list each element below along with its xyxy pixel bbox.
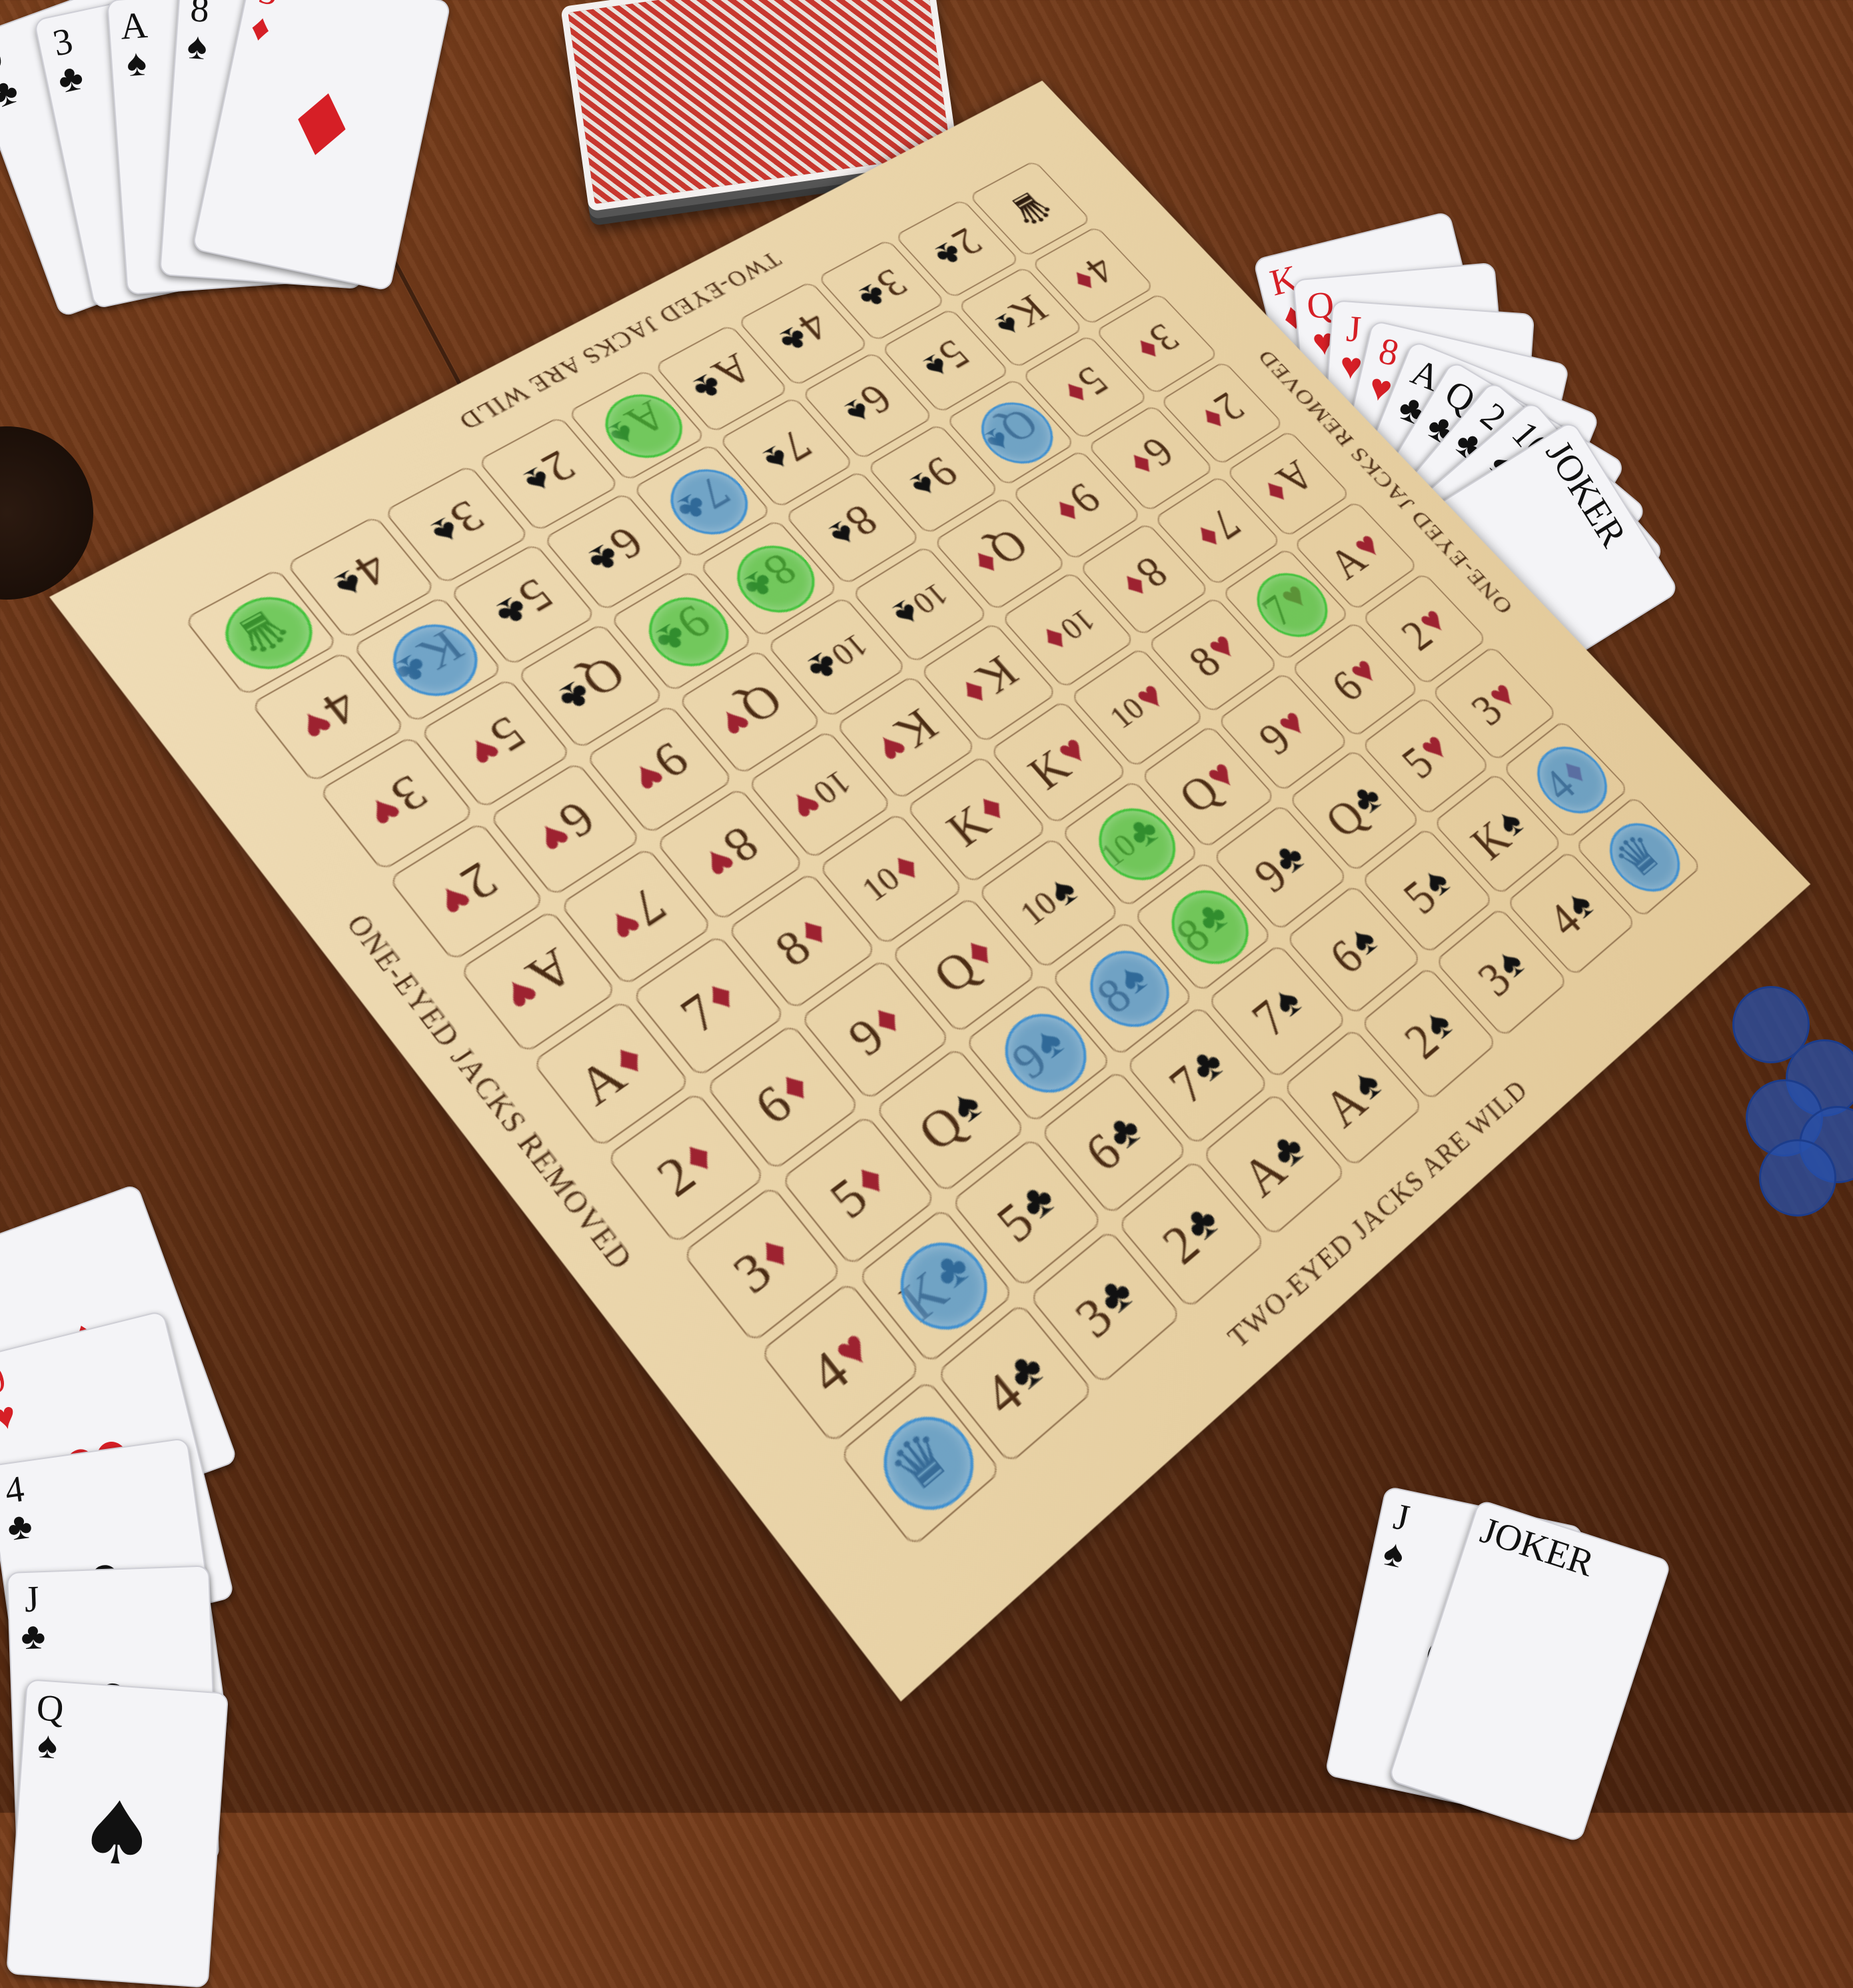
card-rank: 8 [189,0,211,31]
sequence-board: TWO-EYED JACKS ARE WILD TWO-EYED JACKS A… [49,81,1811,1702]
suit-icon: ♦ [247,6,275,51]
suit-icon: ♠ [125,42,148,85]
suit-icon: ♣ [54,56,87,102]
blue-chip[interactable] [1759,1139,1836,1217]
card-index: JOKER [1475,1510,1599,1585]
card-rank: J [1390,1496,1413,1540]
card-index: 5 ♦ [247,0,282,51]
card-index: 9 ♣ [0,35,24,117]
card-rank: Q [35,1687,65,1730]
card-index: 4 ♣ [0,1468,35,1550]
card-index: J ♠ [1379,1496,1415,1577]
suit-icon: ♦ [0,1284,5,1330]
joker-icon: ♛ [996,181,1064,237]
suit-icon: ♠ [1379,1532,1408,1577]
card-index: 5 ♦ [0,1250,5,1330]
card-rank: JOKER [1537,434,1634,554]
suit-icon: ♣ [0,69,24,117]
dark-object [0,426,93,600]
card-index: J ♣ [19,1578,47,1658]
card-rank: 4 [2,1468,27,1512]
suit-icon: ♠ [36,1724,59,1767]
suit-icon: ♣ [5,1504,35,1550]
card-rank: A [119,4,149,48]
suit-icon: ♣ [20,1616,47,1658]
card-rank: J [23,1578,40,1621]
card-index: Q ♠ [33,1687,65,1767]
suit-pip-icon: ♠ [75,1780,160,1887]
card-index: JOKER [1537,434,1634,554]
card-index: 8 ♠ [185,0,211,69]
card-index: 9 ♥ [0,1358,21,1440]
card-rank: 8 [1375,330,1403,375]
suit-icon: ♥ [0,1394,21,1440]
card-index: 3 ♣ [47,20,87,102]
card-index: A ♠ [119,4,151,85]
card-rank: 3 [49,20,77,65]
suit-pip-icon: ♦ [273,68,370,184]
playing-card[interactable]: Q ♠ ♠ [6,1679,229,1988]
card-rank: JOKER [1475,1510,1599,1585]
suit-icon: ♠ [185,25,209,69]
card-rank: J [1345,308,1363,350]
